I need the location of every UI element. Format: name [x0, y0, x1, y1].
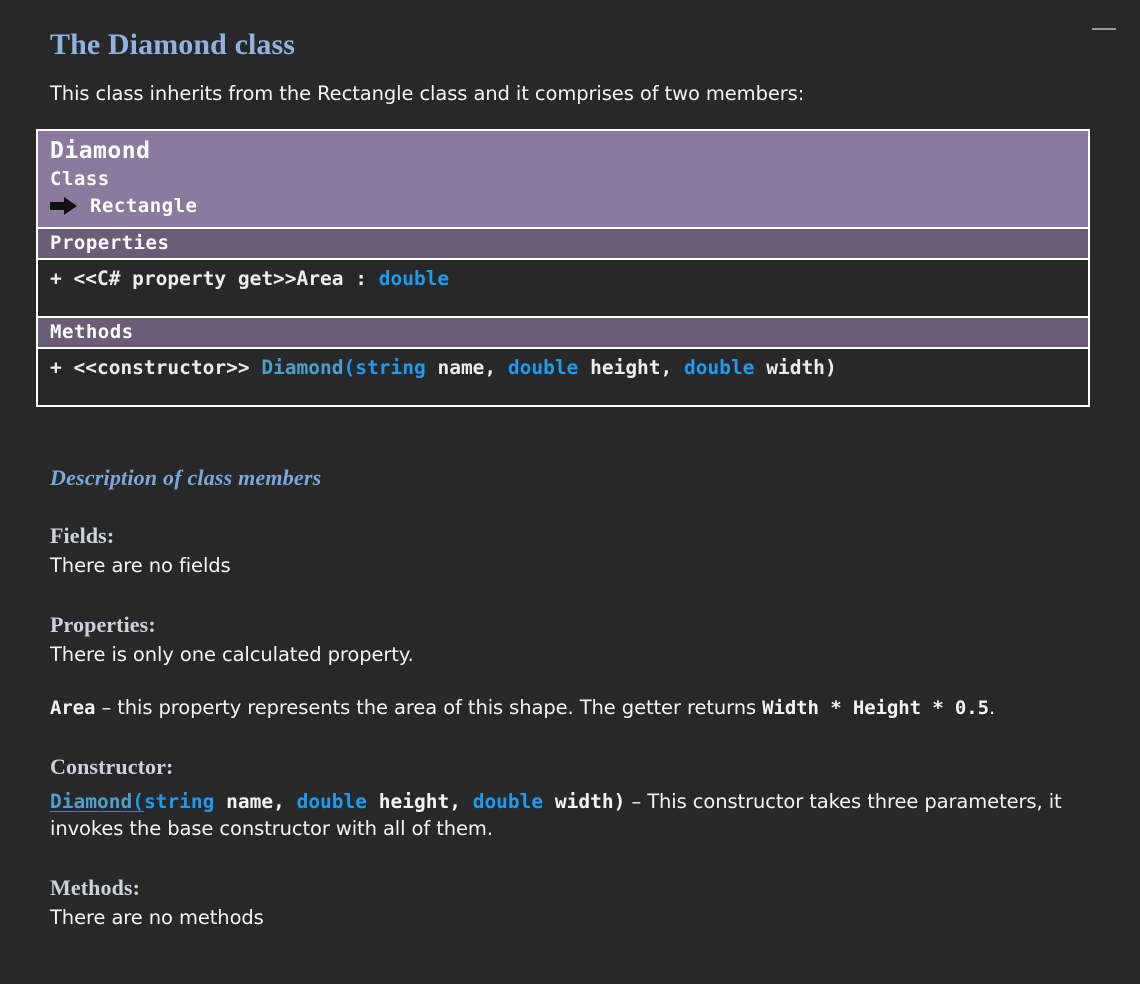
properties-text: There is only one calculated property. [50, 643, 414, 667]
ctor-param-type-1: string [143, 789, 215, 813]
uml-method-open-paren: ( [343, 356, 356, 380]
uml-param-name-3: width [754, 356, 825, 380]
constructor-heading: Constructor: [50, 753, 174, 779]
uml-properties-body: + <<C# property get>>Area : double [38, 258, 1088, 317]
properties-heading: Properties: [50, 612, 156, 638]
uml-method-visibility: + <<constructor>> [50, 356, 262, 380]
ctor-name[interactable]: Diamond [50, 790, 132, 813]
methods-heading: Methods: [50, 874, 141, 900]
arrow-right-icon [50, 197, 78, 216]
uml-param-name-1: name, [425, 356, 508, 380]
area-expression: Width * Height * 0.5 [762, 696, 989, 719]
uml-header: Diamond Class Rectangle [38, 131, 1088, 228]
content-column: The Diamond class This class inherits fr… [0, 0, 1092, 932]
ctor-param-type-3: double [472, 789, 544, 813]
ctor-param-name-3: width [543, 789, 614, 813]
uml-param-name-2: height, [578, 356, 685, 380]
ctor-param-name-1: name, [214, 789, 297, 813]
uml-methods-header: Methods [38, 316, 1088, 348]
ctor-param-name-2: height, [367, 789, 473, 813]
constructor-description: Diamond(string name, double height, doub… [50, 780, 1090, 843]
area-property-description: Area – this property represents the area… [50, 669, 1090, 722]
uml-param-type-1: string [355, 356, 426, 380]
uml-properties-header: Properties [38, 227, 1088, 259]
uml-base-class-label: Rectangle [90, 194, 198, 217]
methods-text: There are no methods [50, 905, 264, 929]
document-body: The Diamond class This class inherits fr… [0, 0, 1092, 984]
uml-method-close-paren: ) [824, 356, 837, 380]
ctor-close-paren: ) [613, 789, 626, 813]
fields-heading: Fields: [50, 523, 115, 549]
intro-paragraph: This class inherits from the Rectangle c… [50, 82, 805, 105]
fields-text: There are no fields [50, 554, 231, 578]
uml-class-diagram: Diamond Class Rectangle Properties + <<C… [36, 129, 1090, 408]
uml-methods-body: + <<constructor>> Diamond(string name, d… [38, 347, 1088, 406]
uml-property-type: double [378, 267, 450, 291]
uml-method-name: Diamond [261, 356, 344, 380]
uml-property-signature: + <<C# property get>>Area : [50, 267, 379, 291]
description-section-title: Description of class members [50, 465, 322, 491]
uml-inheritance-row: Rectangle [50, 193, 1076, 220]
uml-param-type-3: double [684, 356, 755, 380]
uml-param-type-2: double [507, 356, 579, 380]
area-member-name: Area [50, 696, 96, 719]
uml-stereotype: Class [50, 167, 110, 190]
document-page: { "document": { "title": "The Diamond cl… [0, 0, 1140, 984]
ctor-param-type-2: double [296, 789, 368, 813]
uml-class-name: Diamond [50, 138, 151, 164]
area-desc-before: – this property represents the area of t… [95, 695, 763, 719]
ctor-open-paren: ( [132, 789, 144, 813]
area-desc-after: . [988, 695, 996, 719]
page-title: The Diamond class [50, 28, 296, 61]
